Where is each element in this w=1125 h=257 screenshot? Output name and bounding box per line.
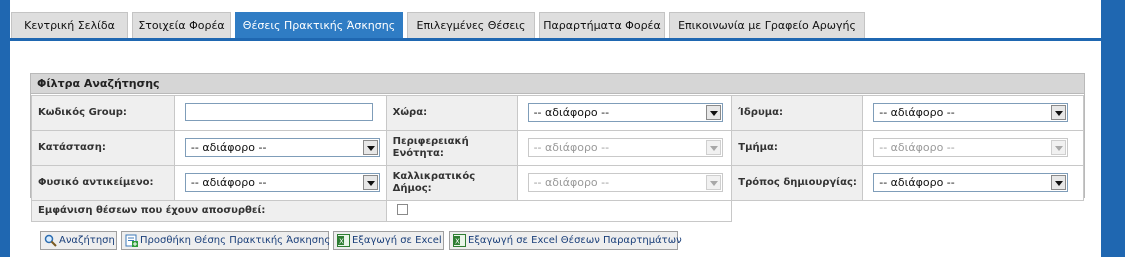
export-excel-branches-button[interactable]: X Εξαγωγή σε Excel Θέσεων Παραρτημάτων (449, 231, 682, 250)
municipality-select[interactable]: -- αδιάφορο -- (527, 173, 723, 192)
tab-helpdesk-contact[interactable]: Επικοινωνία με Γραφείο Αρωγής (669, 12, 865, 39)
chevron-down-icon (362, 140, 378, 155)
country-select[interactable]: -- αδιάφορο -- (527, 103, 723, 122)
tab-underline (10, 38, 1101, 41)
show-withdrawn-checkbox[interactable] (396, 204, 408, 215)
municipality-label: Καλλικρατικός Δήμος: (385, 165, 518, 201)
add-document-icon (125, 234, 138, 247)
tab-home[interactable]: Κεντρική Σελίδα (11, 12, 128, 39)
search-filters-panel: Φίλτρα Αναζήτησης Κωδικός Group: Χώρα: -… (30, 73, 1085, 222)
institution-label: Ίδρυμα: (731, 95, 864, 131)
export-excel-button[interactable]: X Εξαγωγή σε Excel (333, 231, 444, 250)
group-code-label: Κωδικός Group: (31, 95, 175, 131)
tab-organization-branches[interactable]: Παραρτήματα Φορέα (539, 12, 665, 39)
svg-text:X: X (339, 238, 344, 246)
chevron-down-icon (705, 105, 721, 120)
chevron-down-icon (1051, 105, 1067, 120)
region-select[interactable]: -- αδιάφορο -- (527, 138, 723, 157)
chevron-down-icon (1051, 140, 1067, 155)
physical-object-label: Φυσικό αντικείμενο: (31, 165, 175, 201)
chevron-down-icon (705, 175, 721, 190)
search-button[interactable]: Αναζήτηση (40, 231, 117, 250)
excel-icon: X (453, 234, 466, 247)
chevron-down-icon (362, 175, 378, 190)
svg-text:X: X (455, 238, 460, 246)
add-position-button[interactable]: Προσθήκη Θέσης Πρακτικής Άσκησης (121, 231, 330, 250)
status-select[interactable]: -- αδιάφορο -- (184, 138, 380, 157)
chevron-down-icon (1051, 175, 1067, 190)
status-label: Κατάσταση: (31, 130, 175, 166)
chevron-down-icon (705, 140, 721, 155)
tab-internship-positions[interactable]: Θέσεις Πρακτικής Άσκησης (235, 12, 403, 39)
institution-select[interactable]: -- αδιάφορο -- (873, 103, 1069, 122)
show-withdrawn-label: Εμφάνιση θέσεων που έχουν αποσυρθεί: (31, 200, 387, 222)
right-frame (1101, 0, 1125, 257)
physical-object-select[interactable]: -- αδιάφορο -- (184, 173, 380, 192)
creation-method-select[interactable]: -- αδιάφορο -- (873, 173, 1069, 192)
excel-icon: X (337, 234, 350, 247)
filters-grid: Κωδικός Group: Χώρα: -- αδιάφορο -- Ίδρυ… (31, 95, 1084, 222)
region-label: Περιφερειακή Ενότητα: (385, 130, 518, 166)
department-label: Τμήμα: (731, 130, 864, 166)
creation-method-label: Τρόπος δημιουργίας: (731, 165, 864, 201)
department-select[interactable]: -- αδιάφορο -- (873, 138, 1069, 157)
tab-organization-details[interactable]: Στοιχεία Φορέα (132, 12, 231, 39)
left-frame (0, 0, 10, 257)
country-label: Χώρα: (385, 95, 518, 131)
group-code-input[interactable] (184, 103, 373, 121)
tab-selected-positions[interactable]: Επιλεγμένες Θέσεις (407, 12, 535, 39)
filters-title: Φίλτρα Αναζήτησης (31, 74, 1084, 94)
search-icon (44, 234, 57, 247)
